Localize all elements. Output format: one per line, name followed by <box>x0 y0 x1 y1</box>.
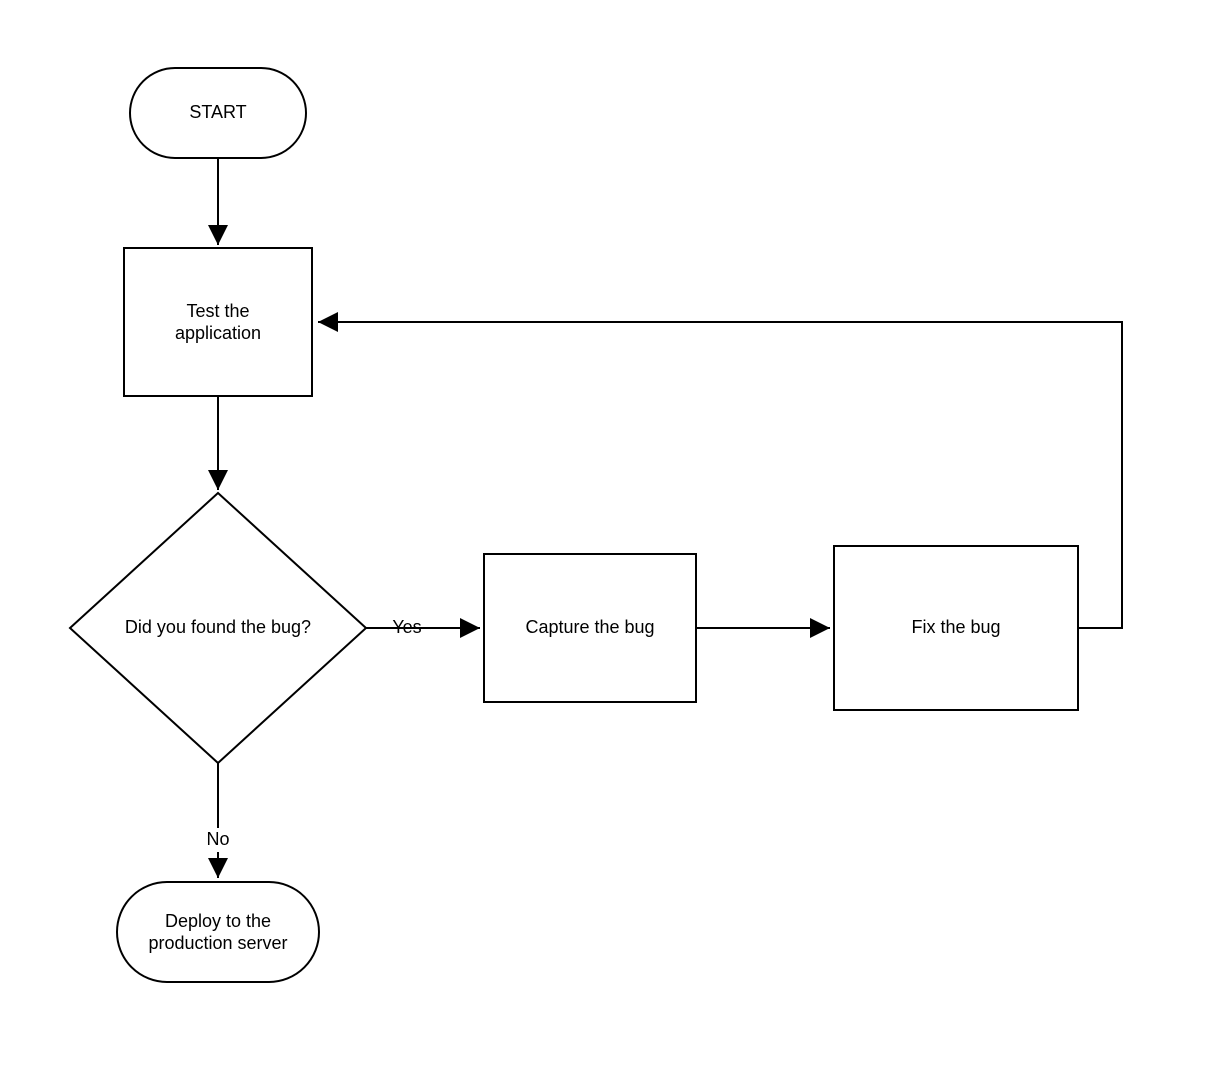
node-fix-label: Fix the bug <box>911 617 1000 637</box>
node-capture: Capture the bug <box>484 554 696 702</box>
node-deploy-label-line2: production server <box>148 933 287 953</box>
node-test-label-line1: Test the <box>186 301 249 321</box>
node-decision-label: Did you found the bug? <box>125 617 311 637</box>
node-fix: Fix the bug <box>834 546 1078 710</box>
edge-no-label: No <box>206 829 229 849</box>
flowchart-canvas: START Test the application Did you found… <box>0 0 1224 1078</box>
node-start-label: START <box>189 102 246 122</box>
node-deploy-label-line1: Deploy to the <box>165 911 271 931</box>
node-decision: Did you found the bug? <box>70 493 366 763</box>
node-deploy: Deploy to the production server <box>117 882 319 982</box>
node-test-label-line2: application <box>175 323 261 343</box>
edge-decision-no: No <box>192 763 244 878</box>
node-capture-label: Capture the bug <box>525 617 654 637</box>
edge-yes-label: Yes <box>392 617 421 637</box>
edge-decision-yes: Yes <box>366 617 480 637</box>
node-start: START <box>130 68 306 158</box>
node-test: Test the application <box>124 248 312 396</box>
